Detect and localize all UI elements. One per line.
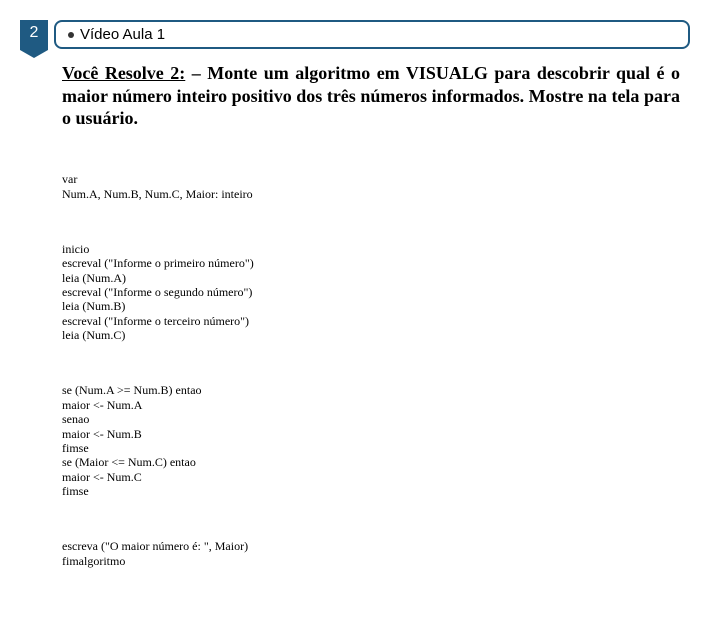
slide-title: Vídeo Aula 1 [80,26,165,43]
code-inicio-section: inicio escreval ("Informe o primeiro núm… [62,242,680,343]
title-box: Vídeo Aula 1 [54,20,690,49]
content-area: Você Resolve 2: – Monte um algoritmo em … [62,62,680,609]
code-var-section: var Num.A, Num.B, Num.C, Maior: inteiro [62,172,680,201]
problem-lead: Você Resolve 2: [62,63,185,83]
header-row: 2 Vídeo Aula 1 [20,20,690,50]
code-block: var Num.A, Num.B, Num.C, Maior: inteiro … [62,144,680,609]
slide-number-badge: 2 [20,20,48,50]
code-logic-section: se (Num.A >= Num.B) entao maior <- Num.A… [62,383,680,498]
bullet-icon [68,32,74,38]
code-output-section: escreva ("O maior número é: ", Maior) fi… [62,539,680,568]
problem-statement: Você Resolve 2: – Monte um algoritmo em … [62,62,680,130]
slide: 2 Vídeo Aula 1 Você Resolve 2: – Monte u… [0,0,720,629]
slide-number: 2 [30,24,39,41]
